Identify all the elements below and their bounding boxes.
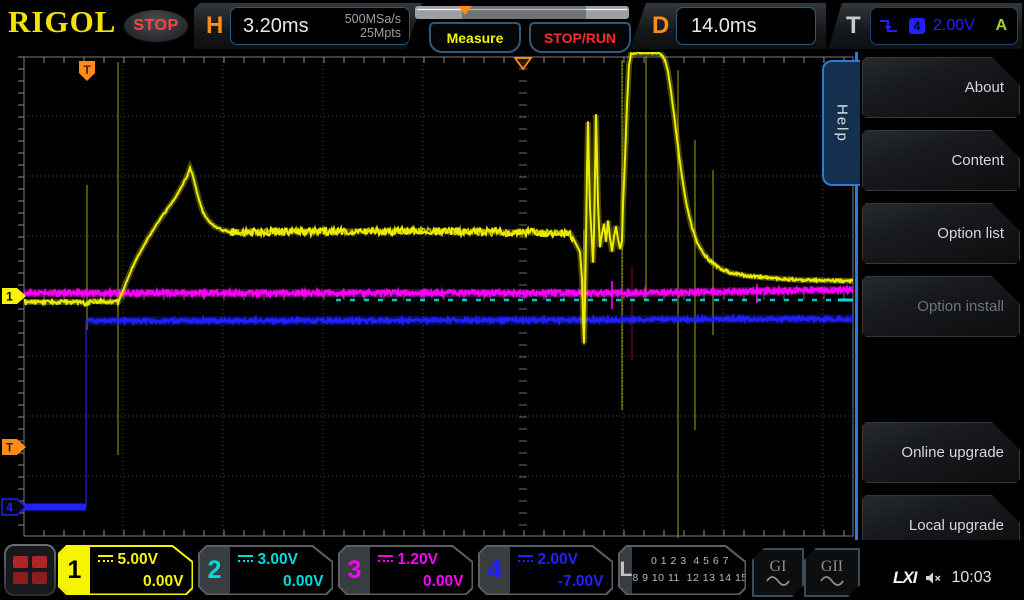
softkey-content[interactable]: Content [862, 130, 1020, 191]
svg-text:4: 4 [6, 501, 13, 515]
delay-value: 14.0ms [677, 15, 757, 38]
measure-button[interactable]: Measure [429, 22, 521, 53]
system-status: LXI 10:03 [893, 568, 992, 588]
trigger-panel: T 4 2.00V A [828, 3, 1022, 49]
softkey-option-install[interactable]: Option install [862, 276, 1020, 337]
svg-text:T: T [83, 63, 91, 77]
channel-1-box[interactable]: 1 5.00V 0.00V [58, 545, 193, 595]
bottom-status-bar: 1 5.00V 0.00V 2 3.00V 0.00V [0, 540, 1024, 600]
channel-2-box[interactable]: 2 3.00V 0.00V [198, 545, 333, 595]
softkey-option-list[interactable]: Option list [862, 203, 1020, 264]
generator-1-label: GI [770, 559, 787, 575]
channel-4-number: 4 [480, 547, 510, 594]
lxi-logo: LXI [893, 568, 916, 588]
svg-text:1: 1 [6, 290, 13, 304]
softkey-about[interactable]: About [862, 57, 1020, 118]
logic-analyzer-label: L [620, 547, 633, 594]
help-menu-tab[interactable]: Help [822, 60, 860, 186]
run-state-label: STOP [133, 17, 178, 35]
horizontal-panel: H 3.20ms 500MSa/s 25Mpts [194, 3, 422, 49]
rigol-logo: RIGOL [8, 4, 116, 40]
dc-coupling-icon [378, 555, 393, 564]
horizontal-scale-box[interactable]: 3.20ms 500MSa/s 25Mpts [230, 7, 410, 45]
logic-analyzer-box[interactable]: L 0 1 2 3 4 5 6 7 8 9 10 11 12 13 14 15 [618, 545, 746, 595]
trigger-mode: A [995, 17, 1017, 35]
trigger-label: T [846, 14, 861, 38]
softkey-online-upgrade[interactable]: Online upgrade [862, 422, 1020, 483]
menu-grid-button[interactable] [4, 544, 56, 596]
memory-window-region [462, 6, 586, 19]
channel-2-offset: 0.00V [283, 573, 324, 591]
channel-2-number: 2 [200, 547, 230, 594]
stop-run-button[interactable]: STOP/RUN [529, 22, 631, 53]
help-tab-label: Help [834, 104, 851, 143]
clock: 10:03 [951, 569, 991, 587]
top-status-bar: RIGOL STOP H 3.20ms 500MSa/s 25Mpts Meas… [0, 0, 1024, 52]
delay-label: D [652, 14, 669, 38]
dc-coupling-icon [98, 555, 113, 564]
speaker-muted-icon [925, 571, 942, 585]
trigger-source-badge: 4 [909, 18, 925, 34]
trigger-info-box[interactable]: 4 2.00V A [870, 7, 1018, 45]
channel-4-scale: 2.00V [538, 551, 579, 569]
delay-value-box[interactable]: 14.0ms [676, 7, 816, 45]
falling-edge-icon [879, 18, 899, 35]
svg-text:T: T [6, 441, 14, 455]
sample-rate: 500MSa/s [345, 12, 401, 26]
generator-1-box[interactable]: GI [752, 548, 804, 597]
memory-depth: 25Mpts [360, 26, 401, 40]
channel-2-scale: 3.00V [258, 551, 299, 569]
horizontal-label: H [206, 14, 223, 38]
channel-3-box[interactable]: 3 1.20V 0.00V [338, 545, 473, 595]
channel-1-scale: 5.00V [118, 551, 159, 569]
dc-coupling-icon [238, 555, 253, 564]
dc-coupling-icon [518, 555, 533, 564]
generator-2-label: GII [821, 559, 843, 575]
channel-1-number: 1 [60, 547, 90, 594]
sine-icon [820, 575, 844, 587]
memory-position-bar[interactable] [415, 6, 629, 19]
digital-channels-row2: 8 9 10 11 12 13 14 15 [632, 570, 747, 587]
trigger-level-value: 2.00V [933, 17, 975, 35]
channel-4-box[interactable]: 4 2.00V -7.00V [478, 545, 613, 595]
channel-4-offset: -7.00V [558, 573, 604, 591]
run-state-badge: STOP [124, 10, 188, 42]
memory-trigger-pointer-icon [458, 6, 472, 15]
channel-3-offset: 0.00V [423, 573, 464, 591]
timebase-scale: 3.20ms [231, 15, 309, 38]
channel-3-number: 3 [340, 547, 370, 594]
menu-grid-icon [6, 546, 54, 594]
digital-channels-row1: 0 1 2 3 4 5 6 7 [632, 553, 747, 570]
sine-icon [766, 575, 790, 587]
channel-1-offset: 0.00V [143, 573, 184, 591]
delay-panel: D 14.0ms [630, 3, 826, 49]
channel-3-scale: 1.20V [398, 551, 439, 569]
generator-2-box[interactable]: GII [804, 548, 860, 597]
